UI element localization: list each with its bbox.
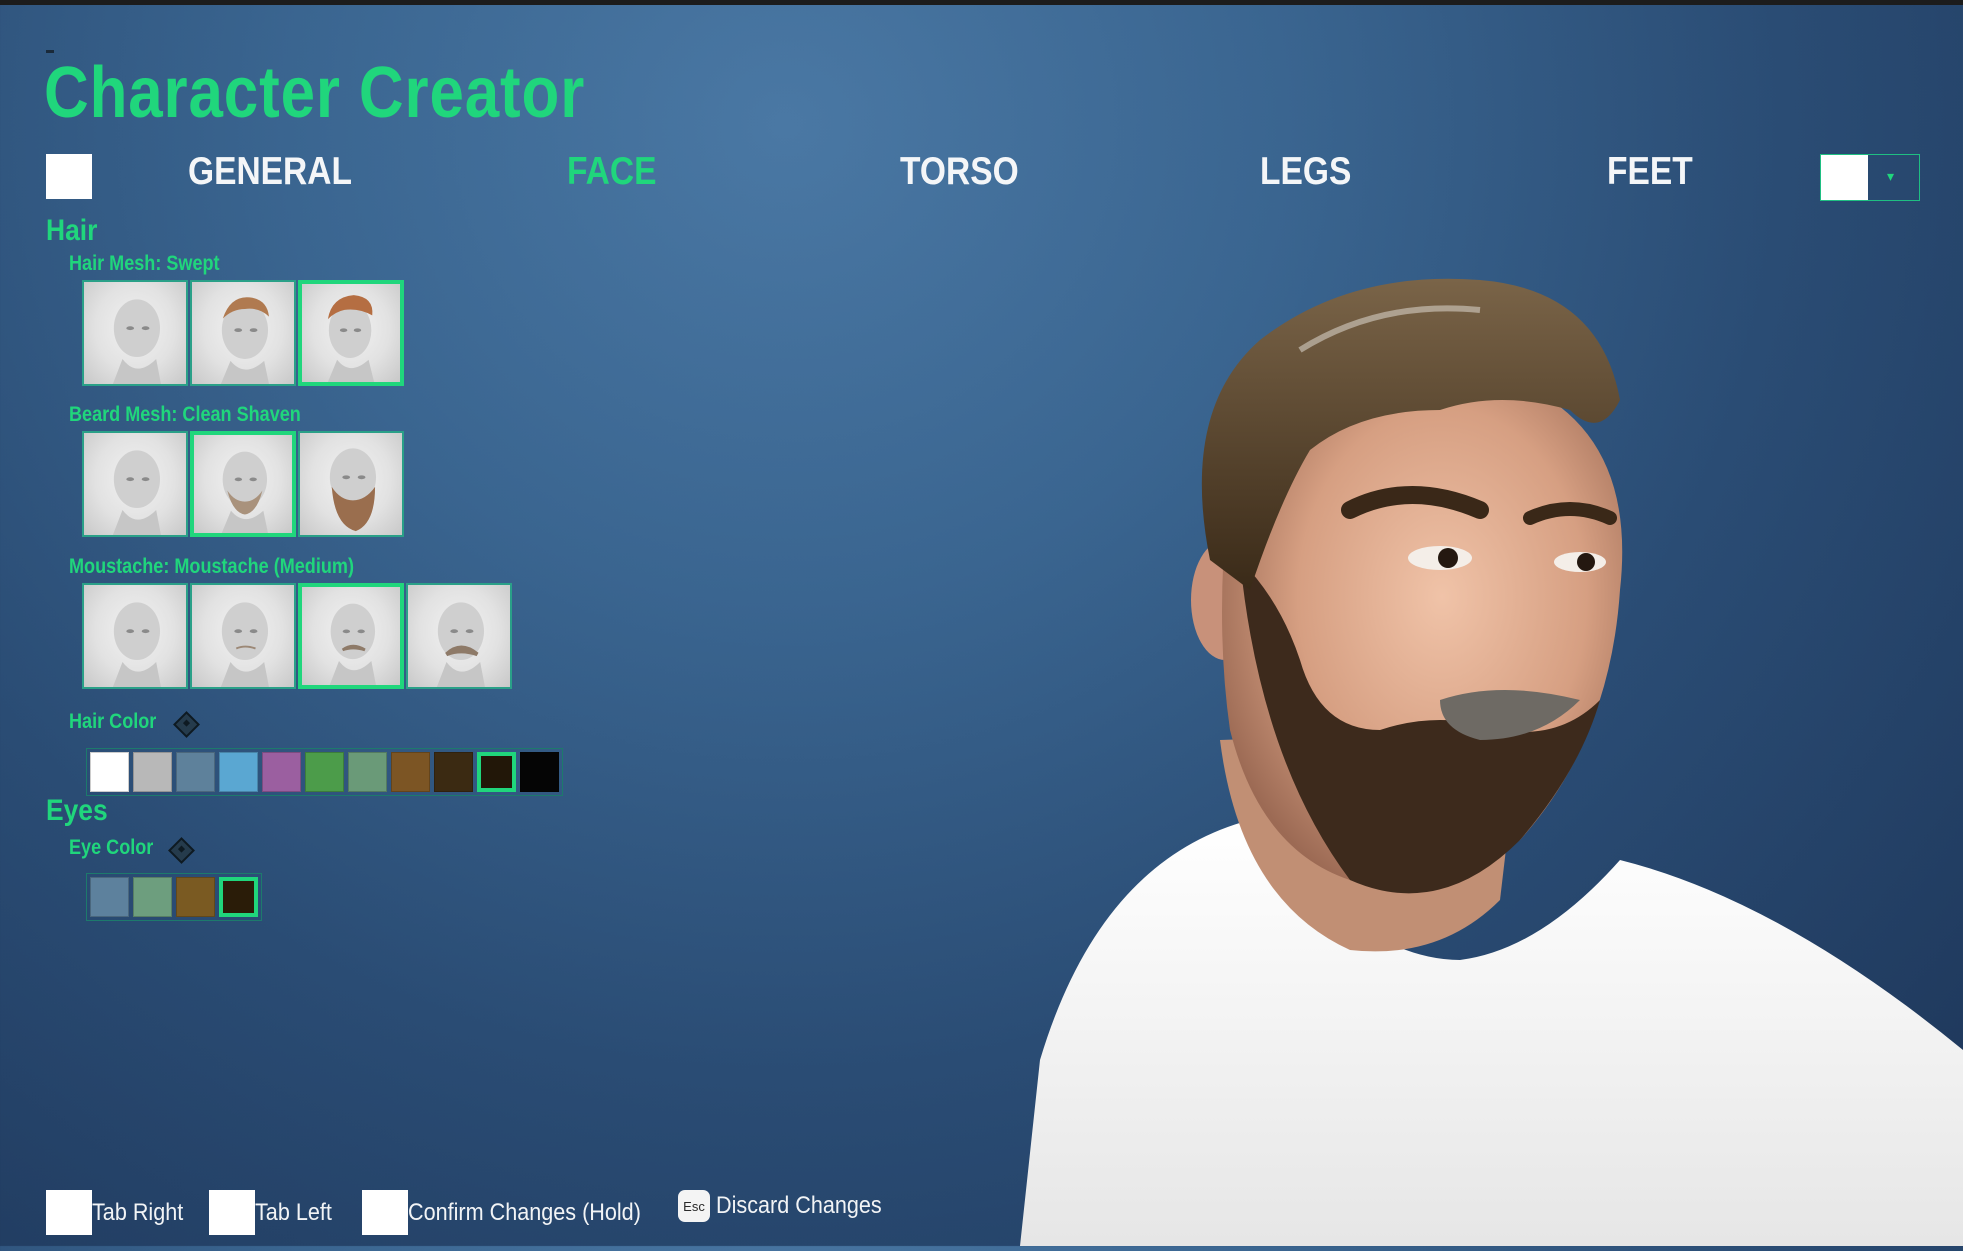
- tab-right-label: Tab Right: [92, 1198, 184, 1226]
- hair-color-swatch[interactable]: [90, 752, 129, 792]
- hair-color-swatch[interactable]: [348, 752, 387, 792]
- hair-mesh-option-bald[interactable]: [82, 280, 188, 386]
- key-placeholder-icon: [209, 1190, 255, 1235]
- hair-color-reset-diamond-icon[interactable]: [173, 711, 200, 738]
- eyes-section-title: Eyes: [46, 794, 108, 827]
- beard-mesh-option-long[interactable]: [298, 431, 404, 537]
- moustache-options: [82, 583, 512, 689]
- confirm-changes-hint[interactable]: Confirm Changes (Hold): [362, 1190, 667, 1235]
- discard-changes-label: Discard Changes: [716, 1192, 882, 1219]
- tab-face[interactable]: FACE: [567, 150, 656, 194]
- beard-mesh-option-short[interactable]: [190, 431, 296, 537]
- eye-color-swatch[interactable]: [176, 877, 215, 917]
- key-placeholder-icon: [362, 1190, 408, 1235]
- beard-mesh-label: Beard Mesh: Clean Shaven: [69, 403, 301, 426]
- tab-left-key-icon[interactable]: [46, 154, 92, 199]
- tab-right-key-icon: [1821, 155, 1868, 200]
- moustache-option-none[interactable]: [82, 583, 188, 689]
- hair-color-palette: [86, 748, 563, 796]
- tab-right-hint[interactable]: Tab Right: [46, 1190, 193, 1235]
- tab-left-label: Tab Left: [255, 1198, 332, 1226]
- hair-mesh-label: Hair Mesh: Swept: [69, 252, 220, 275]
- key-placeholder-icon: [46, 1190, 92, 1235]
- hair-color-swatch[interactable]: [219, 752, 258, 792]
- options-dropdown[interactable]: ▾: [1820, 154, 1920, 201]
- hair-section-title: Hair: [46, 214, 98, 247]
- chevron-down-icon: ▾: [1887, 168, 1895, 184]
- beard-mesh-options: [82, 431, 404, 537]
- hair-color-swatch[interactable]: [133, 752, 172, 792]
- hair-color-label: Hair Color: [69, 710, 157, 733]
- eye-color-swatch[interactable]: [90, 877, 129, 917]
- confirm-changes-label: Confirm Changes (Hold): [408, 1198, 641, 1226]
- hair-color-swatch[interactable]: [520, 752, 559, 792]
- moustache-option-thin[interactable]: [190, 583, 296, 689]
- tab-torso[interactable]: TORSO: [900, 150, 1019, 194]
- discard-changes-hint[interactable]: Esc Discard Changes: [678, 1190, 900, 1222]
- hair-color-swatch[interactable]: [176, 752, 215, 792]
- tab-feet[interactable]: FEET: [1607, 150, 1693, 194]
- eye-color-swatch[interactable]: [219, 877, 258, 917]
- esc-key-icon: Esc: [678, 1190, 710, 1222]
- hair-color-swatch[interactable]: [391, 752, 430, 792]
- eye-color-label: Eye Color: [69, 836, 154, 859]
- tab-left-hint[interactable]: Tab Left: [209, 1190, 340, 1235]
- hair-mesh-option-curly[interactable]: [190, 280, 296, 386]
- eye-color-swatch[interactable]: [133, 877, 172, 917]
- beard-mesh-option-none[interactable]: [82, 431, 188, 537]
- hair-color-swatch[interactable]: [434, 752, 473, 792]
- moustache-option-large[interactable]: [406, 583, 512, 689]
- tab-general[interactable]: GENERAL: [188, 150, 352, 194]
- top-border: [0, 0, 1963, 5]
- tab-legs[interactable]: LEGS: [1260, 150, 1351, 194]
- moustache-option-medium[interactable]: [298, 583, 404, 689]
- page-title: Character Creator: [44, 53, 586, 133]
- character-preview[interactable]: [880, 260, 1963, 1246]
- eye-color-reset-diamond-icon[interactable]: [168, 837, 195, 864]
- hair-mesh-options: [82, 280, 404, 386]
- hair-mesh-option-swept[interactable]: [298, 280, 404, 386]
- hair-color-swatch[interactable]: [305, 752, 344, 792]
- moustache-label: Moustache: Moustache (Medium): [69, 555, 354, 578]
- eye-color-palette: [86, 873, 262, 921]
- hair-color-swatch[interactable]: [477, 752, 516, 792]
- hair-color-swatch[interactable]: [262, 752, 301, 792]
